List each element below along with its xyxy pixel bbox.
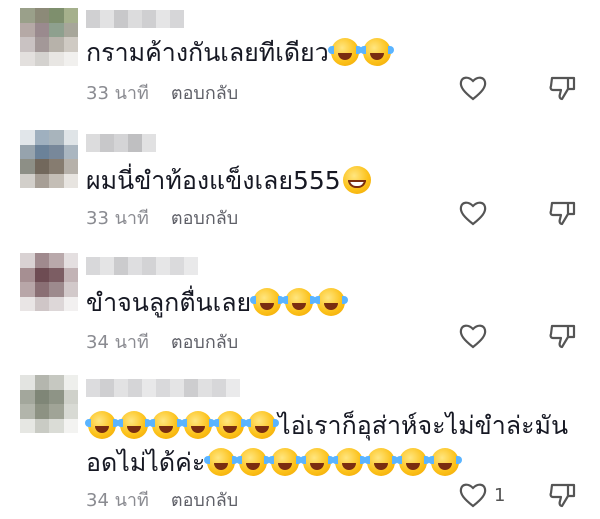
tears-of-joy-emoji xyxy=(236,448,271,476)
like-button[interactable] xyxy=(458,322,488,350)
username-redacted[interactable] xyxy=(86,379,240,397)
tears-of-joy-emoji xyxy=(327,38,362,66)
dislike-button[interactable] xyxy=(548,481,578,513)
dislike-button[interactable] xyxy=(548,322,578,354)
reply-button[interactable]: ตอบกลับ xyxy=(171,203,238,232)
timestamp: 33 นาที xyxy=(86,208,149,229)
heart-outline-icon xyxy=(459,483,487,508)
avatar[interactable] xyxy=(20,8,78,66)
tears-of-joy-emoji xyxy=(245,411,279,439)
like-button[interactable] xyxy=(458,74,488,102)
grinning-emoji xyxy=(342,166,371,194)
comment-text-line-2: อดไม่ได้ค่ะ xyxy=(86,446,463,480)
tears-of-joy-emoji xyxy=(300,448,335,476)
comment-text: ผมนี่ขำท้องแข็งเลย555 xyxy=(86,164,373,198)
tears-of-joy-emoji xyxy=(268,448,303,476)
username-redacted[interactable] xyxy=(86,257,198,275)
avatar[interactable] xyxy=(20,375,78,433)
heart-outline-icon xyxy=(459,76,487,101)
heart-outline-icon xyxy=(459,324,487,349)
tears-of-joy-emoji xyxy=(314,288,349,316)
avatar[interactable] xyxy=(20,253,78,311)
like-button[interactable]: 1 xyxy=(458,481,505,509)
comment-meta: 34 นาที ตอบกลับ xyxy=(86,485,238,514)
thumbs-down-outline-icon xyxy=(549,201,576,226)
thumbs-down-outline-icon xyxy=(549,76,576,101)
comment-text-line-1: ไอ่เราก็อุส่าห์จะไม่ขำล่ะมัน xyxy=(85,409,568,443)
tears-of-joy-emoji xyxy=(250,288,285,316)
reply-button[interactable]: ตอบกลับ xyxy=(171,78,238,107)
tears-of-joy-emoji xyxy=(282,288,317,316)
heart-outline-icon xyxy=(459,201,487,226)
reply-button[interactable]: ตอบกลับ xyxy=(171,327,238,356)
tears-of-joy-emoji xyxy=(204,448,239,476)
username-redacted[interactable] xyxy=(86,10,184,28)
dislike-button[interactable] xyxy=(548,74,578,106)
tears-of-joy-emoji xyxy=(359,38,394,66)
reply-button[interactable]: ตอบกลับ xyxy=(171,485,238,514)
tears-of-joy-emoji xyxy=(117,411,151,439)
tears-of-joy-emoji xyxy=(85,411,119,439)
like-button[interactable] xyxy=(458,199,488,227)
tears-of-joy-emoji xyxy=(364,448,399,476)
tears-of-joy-emoji xyxy=(149,411,183,439)
dislike-button[interactable] xyxy=(548,199,578,231)
thumbs-down-outline-icon xyxy=(549,324,576,349)
comment-meta: 33 นาที ตอบกลับ xyxy=(86,78,238,107)
like-count: 1 xyxy=(494,484,506,506)
timestamp: 34 นาที xyxy=(86,490,149,511)
comment-meta: 33 นาที ตอบกลับ xyxy=(86,203,238,232)
tears-of-joy-emoji xyxy=(181,411,215,439)
thumbs-down-outline-icon xyxy=(549,483,576,508)
comment-text: ขำจนลูกตื่นเลย xyxy=(86,286,349,320)
tears-of-joy-emoji xyxy=(213,411,247,439)
username-redacted[interactable] xyxy=(86,134,156,152)
tears-of-joy-emoji xyxy=(396,448,431,476)
timestamp: 33 นาที xyxy=(86,83,149,104)
comment-meta: 34 นาที ตอบกลับ xyxy=(86,327,238,356)
tears-of-joy-emoji xyxy=(428,448,463,476)
avatar[interactable] xyxy=(20,130,78,188)
tears-of-joy-emoji xyxy=(332,448,367,476)
comment-text: กรามค้างกันเลยทีเดียว xyxy=(86,36,394,70)
timestamp: 34 นาที xyxy=(86,332,149,353)
